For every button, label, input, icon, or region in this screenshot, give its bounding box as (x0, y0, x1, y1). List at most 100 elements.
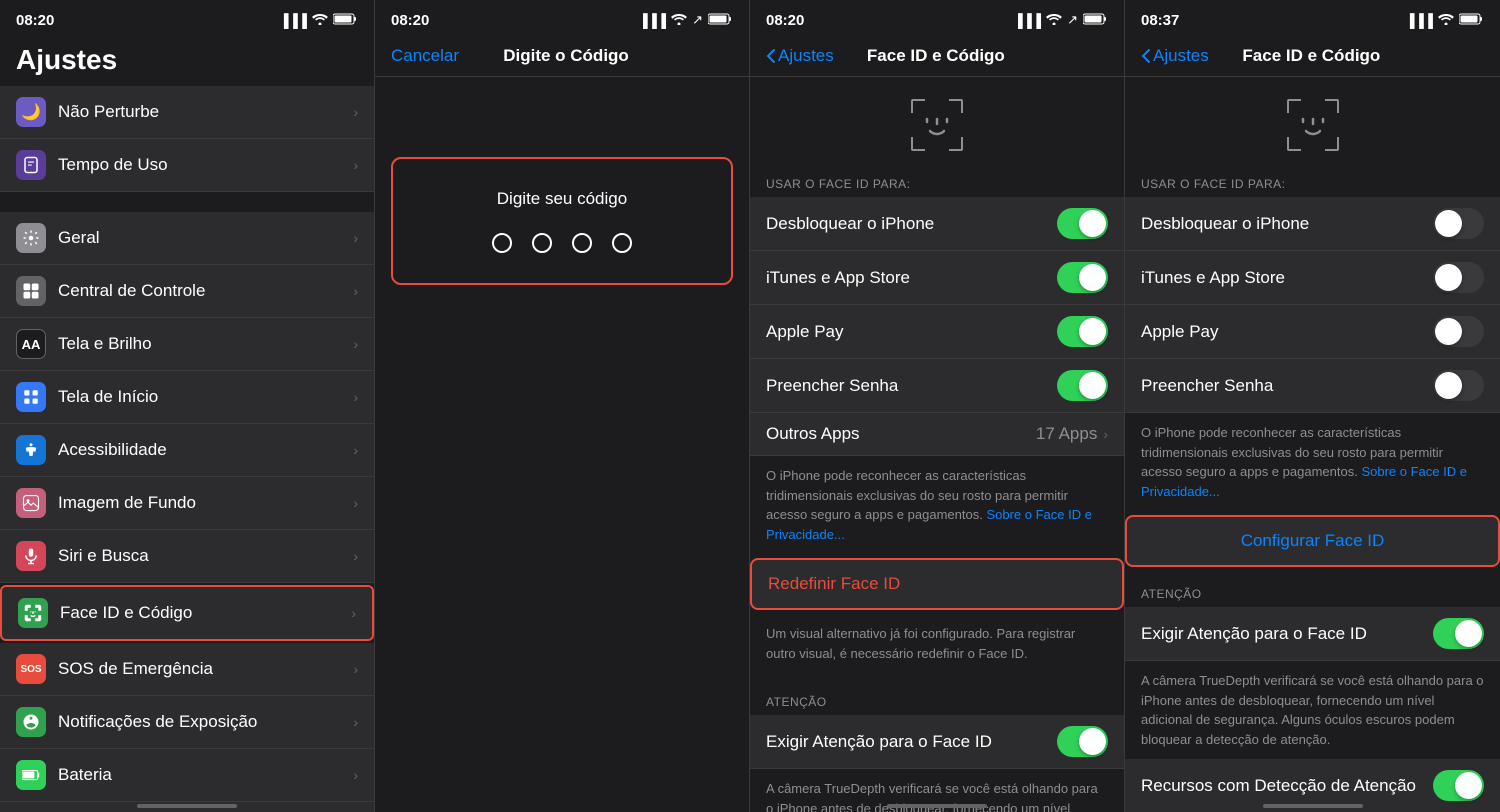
code-entry-box[interactable]: Digite seu código (391, 157, 733, 285)
list-item[interactable]: Imagem de Fundo › (0, 477, 374, 530)
settings-list[interactable]: 🌙 Não Perturbe › Tempo de Uso › Geral › … (0, 86, 374, 812)
battery-icon (1459, 13, 1484, 28)
section-label-use-4: USAR O FACE ID PARA: (1125, 161, 1500, 197)
list-item[interactable]: Notificações de Exposição › (0, 696, 374, 749)
toggle-switch[interactable] (1433, 316, 1484, 347)
back-button[interactable]: Ajustes (1141, 46, 1209, 66)
siri-busca-icon (16, 541, 46, 571)
toggle-switch[interactable] (1433, 370, 1484, 401)
chevron-icon: › (353, 767, 358, 783)
toggle-switch[interactable] (1057, 208, 1108, 239)
wifi-icon (1438, 13, 1454, 28)
signal-icon: ▐▐▐ (1405, 13, 1433, 28)
settings-nav-header: Ajustes (0, 36, 374, 86)
toggle-label: iTunes e App Store (766, 268, 1057, 288)
panel4-title: Face ID e Código (1209, 46, 1414, 66)
toggle-switch[interactable] (1433, 770, 1484, 801)
signal-icon: ▐▐▐ (638, 13, 666, 28)
wifi-icon (671, 13, 687, 28)
battery-icon (708, 13, 733, 28)
toggle-switch[interactable] (1057, 726, 1108, 757)
acessibilidade-icon (16, 435, 46, 465)
list-item[interactable]: Siri e Busca › (0, 530, 374, 583)
list-item[interactable]: 🌙 Não Perturbe › (0, 86, 374, 139)
configure-faceid-label[interactable]: Configurar Face ID (1241, 531, 1385, 550)
status-time-2: 08:20 (391, 12, 429, 29)
panel4-scroll[interactable]: USAR O FACE ID PARA: Desbloquear o iPhon… (1125, 77, 1500, 812)
face-id-label: Face ID e Código (60, 603, 351, 623)
faceid-scan-icon (909, 97, 965, 153)
toggle-itunes-4[interactable]: iTunes e App Store (1125, 251, 1500, 305)
toggle-switch[interactable] (1057, 316, 1108, 347)
panel3-nav: Ajustes Face ID e Código (750, 36, 1124, 77)
panel3-title: Face ID e Código (834, 46, 1038, 66)
group-divider (0, 192, 374, 212)
signal-icon: ▐▐▐ (279, 13, 307, 28)
toggle-senha-4[interactable]: Preencher Senha (1125, 359, 1500, 413)
toggle-desbloquear-4[interactable]: Desbloquear o iPhone (1125, 197, 1500, 251)
list-item[interactable]: Bateria › (0, 749, 374, 802)
tela-brilho-icon: AA (16, 329, 46, 359)
toggle-desbloquear-iphone[interactable]: Desbloquear o iPhone (750, 197, 1124, 251)
central-controle-label: Central de Controle (58, 281, 353, 301)
list-item[interactable]: Acessibilidade › (0, 424, 374, 477)
list-item[interactable]: Tela de Início › (0, 371, 374, 424)
chevron-icon: › (353, 336, 358, 352)
code-dot-4 (612, 233, 632, 253)
list-item[interactable]: SOS SOS de Emergência › (0, 643, 374, 696)
nao-perturbe-icon: 🌙 (16, 97, 46, 127)
panel3-scroll[interactable]: USAR O FACE ID PARA: Desbloquear o iPhon… (750, 77, 1124, 812)
siri-busca-label: Siri e Busca (58, 546, 353, 566)
code-dot-3 (572, 233, 592, 253)
toggle-attention-label-4: Exigir Atenção para o Face ID (1141, 624, 1433, 644)
list-item[interactable]: Tempo de Uso › (0, 139, 374, 192)
toggle-label: Preencher Senha (766, 376, 1057, 396)
wifi-icon (312, 13, 328, 28)
configure-faceid-row[interactable]: Configurar Face ID (1125, 515, 1500, 567)
toggle-label: Preencher Senha (1141, 376, 1433, 396)
status-bar-4: 08:37 ▐▐▐ (1125, 0, 1500, 36)
chevron-icon: › (353, 157, 358, 173)
faceid-description-4: O iPhone pode reconhecer as característi… (1125, 413, 1500, 511)
nao-perturbe-label: Não Perturbe (58, 102, 353, 122)
notificacoes-label: Notificações de Exposição (58, 712, 353, 732)
toggle-applepay-4[interactable]: Apple Pay (1125, 305, 1500, 359)
bateria-label: Bateria (58, 765, 353, 785)
list-item[interactable]: Central de Controle › (0, 265, 374, 318)
back-button[interactable]: Ajustes (766, 46, 834, 66)
toggle-itunes[interactable]: iTunes e App Store (750, 251, 1124, 305)
toggle-switch[interactable] (1433, 208, 1484, 239)
list-item[interactable]: Geral › (0, 212, 374, 265)
other-apps-row[interactable]: Outros Apps 17 Apps › (750, 413, 1124, 456)
section-attention: ATENÇÃO (750, 679, 1124, 715)
tela-brilho-label: Tela e Brilho (58, 334, 353, 354)
toggle-apple-pay[interactable]: Apple Pay (750, 305, 1124, 359)
status-bar-3: 08:20 ▐▐▐ ↗ (750, 0, 1124, 36)
chevron-icon: › (353, 283, 358, 299)
list-item[interactable]: AA Tela e Brilho › (0, 318, 374, 371)
imagem-fundo-icon (16, 488, 46, 518)
code-dot-2 (532, 233, 552, 253)
toggle-attention[interactable]: Exigir Atenção para o Face ID (750, 715, 1124, 769)
chevron-icon: › (353, 230, 358, 246)
status-time-4: 08:37 (1141, 12, 1179, 29)
tela-inicio-icon (16, 382, 46, 412)
toggle-switch[interactable] (1433, 618, 1484, 649)
other-apps-label: Outros Apps (766, 424, 1036, 444)
toggle-attention-4[interactable]: Exigir Atenção para o Face ID (1125, 607, 1500, 661)
location-icon: ↗ (1067, 12, 1078, 28)
other-apps-count: 17 Apps (1036, 424, 1097, 444)
toggle-switch[interactable] (1057, 370, 1108, 401)
reset-description: Um visual alternativo já foi configurado… (750, 614, 1124, 679)
faceid-description: O iPhone pode reconhecer as característi… (750, 456, 1124, 554)
face-id-item[interactable]: Face ID e Código › (0, 585, 374, 641)
status-icons-4: ▐▐▐ (1405, 13, 1484, 28)
reset-faceid-row[interactable]: Redefinir Face ID (750, 558, 1124, 610)
toggle-switch[interactable] (1433, 262, 1484, 293)
cancel-button[interactable]: Cancelar (391, 46, 459, 66)
toggle-switch[interactable] (1057, 262, 1108, 293)
toggle-preencher-senha[interactable]: Preencher Senha (750, 359, 1124, 413)
chevron-icon: › (353, 442, 358, 458)
chevron-icon: › (351, 605, 356, 621)
status-icons-1: ▐▐▐ (279, 13, 358, 28)
